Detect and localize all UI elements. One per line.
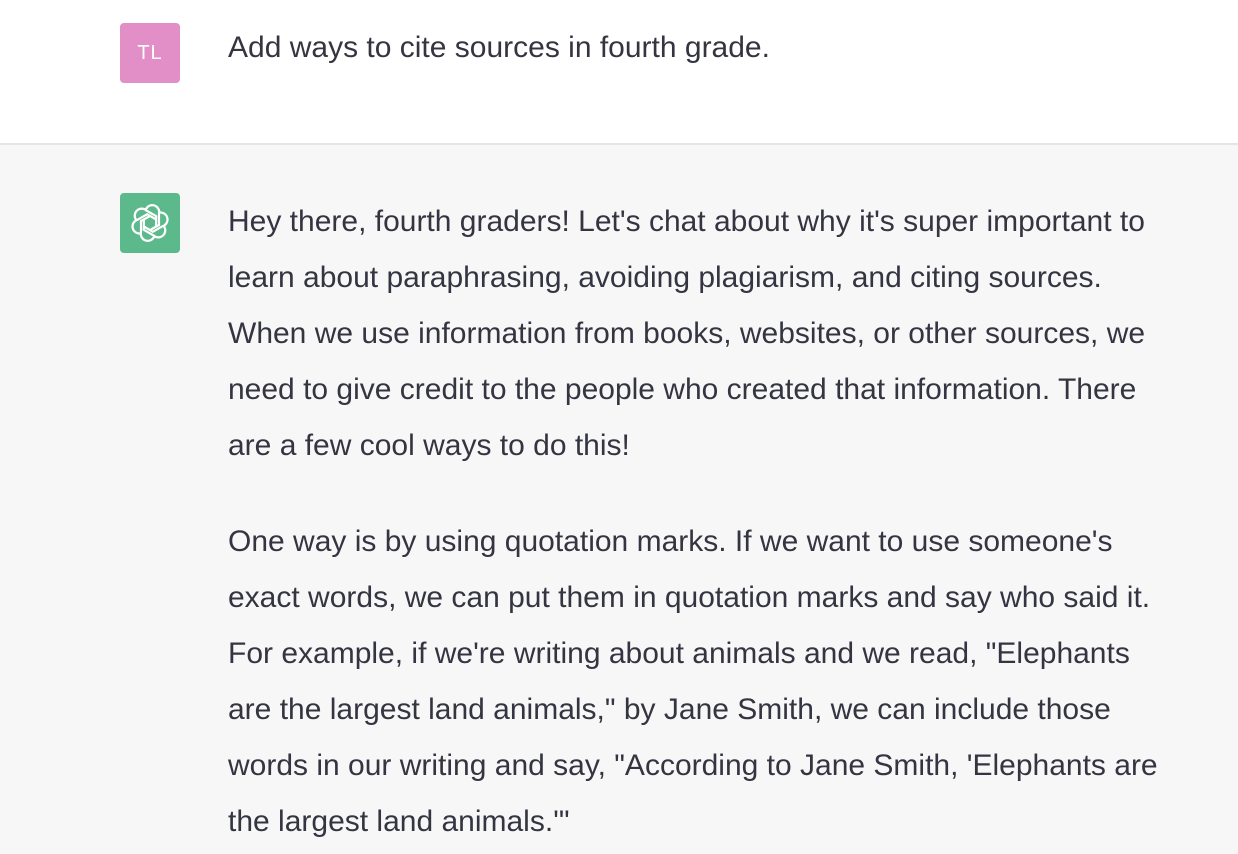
- text-line: words in our writing and say, "According…: [228, 749, 1158, 782]
- user-message-row: TL Add ways to cite sources in fourth gr…: [0, 0, 1238, 145]
- text-line: When we use information from books, webs…: [228, 317, 1146, 350]
- text-line: are the largest land animals," by Jane S…: [228, 693, 1111, 726]
- assistant-message-text: Hey there, fourth graders! Let's chat ab…: [228, 194, 1228, 850]
- user-avatar: TL: [120, 23, 180, 83]
- assistant-paragraph: Hey there, fourth graders! Let's chat ab…: [228, 194, 1228, 474]
- assistant-avatar: [120, 193, 180, 253]
- text-line: are a few cool ways to do this!: [228, 429, 630, 462]
- assistant-message-row: Hey there, fourth graders! Let's chat ab…: [0, 145, 1238, 854]
- user-message-text: Add ways to cite sources in fourth grade…: [228, 31, 770, 64]
- openai-logo-icon: [131, 204, 169, 242]
- text-line: need to give credit to the people who cr…: [228, 373, 1137, 406]
- text-line: For example, if we're writing about anim…: [228, 637, 1130, 670]
- text-line: One way is by using quotation marks. If …: [228, 525, 1113, 558]
- text-line: exact words, we can put them in quotatio…: [228, 581, 1151, 614]
- text-line: Hey there, fourth graders! Let's chat ab…: [228, 205, 1145, 238]
- text-line: learn about paraphrasing, avoiding plagi…: [228, 261, 1102, 294]
- text-line: the largest land animals.'": [228, 805, 570, 838]
- assistant-paragraph: One way is by using quotation marks. If …: [228, 514, 1228, 850]
